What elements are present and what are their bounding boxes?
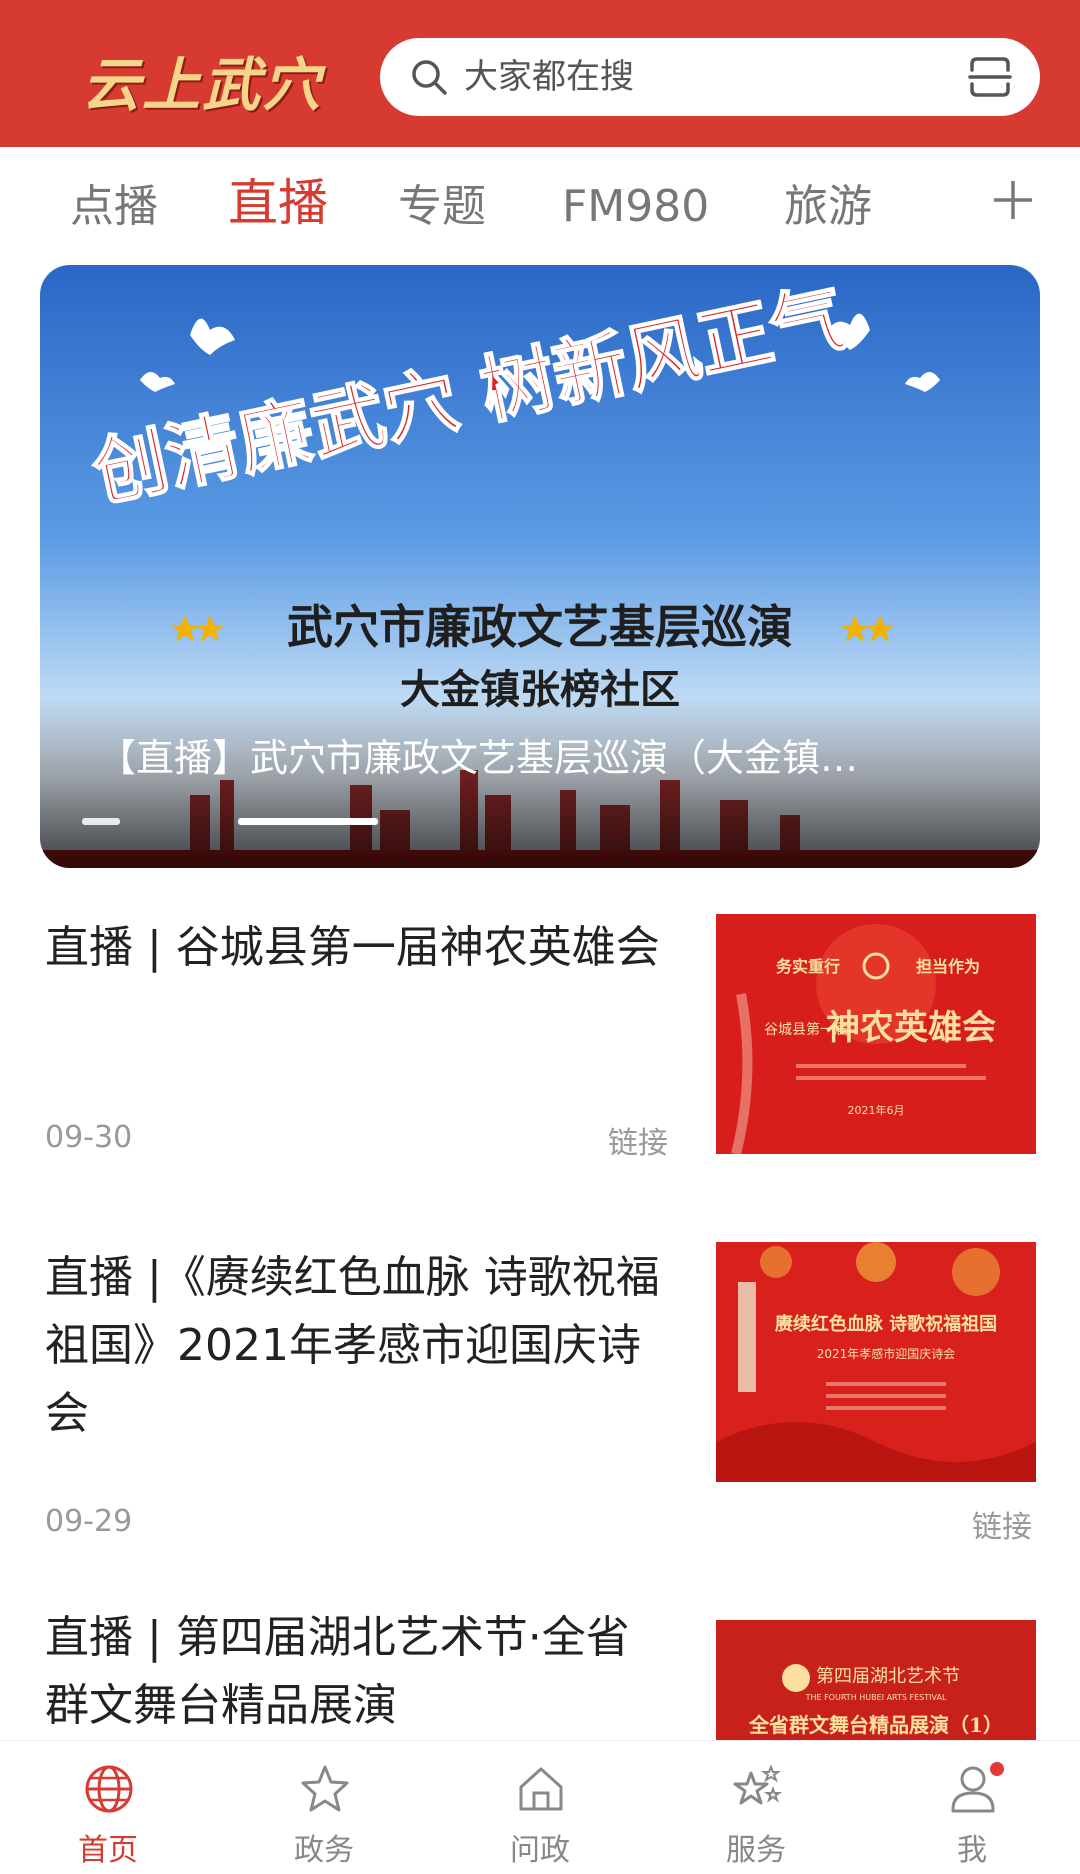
tab-live[interactable]: 直播	[228, 173, 328, 233]
channel-tabs: 点播 直播 专题 FM980 旅游	[0, 147, 1080, 265]
banner-headline: 创清廉武穴 树新风正气	[85, 274, 853, 518]
nav-label: 服务	[726, 1833, 786, 1868]
news-date: 09-29	[45, 1504, 133, 1539]
nav-label: 政务	[294, 1833, 354, 1868]
news-title[interactable]: 直播 |《赓续红色血脉 诗歌祝福祖国》2021年孝感市迎国庆诗会	[45, 1244, 665, 1448]
banner-subtitle: 武穴市廉政文艺基层巡演	[287, 600, 793, 654]
svg-text:赓续红色血脉 诗歌祝福祖国: 赓续红色血脉 诗歌祝福祖国	[775, 1313, 997, 1335]
plus-icon[interactable]	[990, 177, 1036, 223]
list-item[interactable]: 直播 |《赓续红色血脉 诗歌祝福祖国》2021年孝感市迎国庆诗会 09-29 链…	[0, 1230, 1080, 1560]
notification-badge	[990, 1762, 1004, 1776]
app-logo[interactable]: 云上武穴	[82, 38, 322, 122]
search-placeholder: 大家都在搜	[464, 57, 634, 97]
svg-text:担当作为: 担当作为	[916, 957, 980, 976]
stars-icon	[733, 1764, 783, 1805]
nav-me[interactable]: 我	[864, 1741, 1080, 1874]
svg-text:全省群文舞台精品展演（1）: 全省群文舞台精品展演（1）	[748, 1713, 1003, 1737]
carousel-dot[interactable]	[82, 818, 120, 825]
nav-label: 我	[957, 1833, 987, 1868]
nav-label: 问政	[510, 1833, 570, 1868]
tab-vod[interactable]: 点播	[70, 177, 158, 237]
list-item[interactable]: 直播 | 谷城县第一届神农英雄会 09-30 链接 务实重行 担当作为 谷城县第…	[0, 900, 1080, 1200]
svg-text:务实重行: 务实重行	[776, 957, 840, 976]
svg-text:2021年6月: 2021年6月	[848, 1103, 905, 1117]
search-bar[interactable]: 大家都在搜	[380, 38, 1040, 116]
nav-inquiry[interactable]: 问政	[432, 1741, 648, 1874]
festival-logo-icon	[782, 1664, 810, 1692]
news-date: 09-30	[45, 1120, 133, 1155]
nav-government[interactable]: 政务	[216, 1741, 432, 1874]
bottom-navigation: 首页 政务 问政 服务 我	[0, 1740, 1080, 1874]
star-icon	[301, 1765, 349, 1812]
home-icon	[519, 1767, 563, 1811]
tab-fm980[interactable]: FM980	[562, 177, 709, 237]
news-thumbnail[interactable]: 赓续红色血脉 诗歌祝福祖国 2021年孝感市迎国庆诗会	[716, 1242, 1036, 1482]
tab-tourism[interactable]: 旅游	[784, 177, 872, 237]
svg-text:THE FOURTH HUBEI ARTS FESTIVAL: THE FOURTH HUBEI ARTS FESTIVAL	[805, 1693, 947, 1702]
tab-topics[interactable]: 专题	[398, 177, 486, 237]
svg-text:第四届湖北艺术节: 第四届湖北艺术节	[816, 1666, 960, 1687]
globe-icon	[85, 1765, 133, 1813]
app-header: 云上武穴 大家都在搜	[0, 0, 1080, 147]
news-title[interactable]: 直播 | 第四届湖北艺术节·全省群文舞台精品展演	[45, 1604, 665, 1740]
svg-text:神农英雄会: 神农英雄会	[826, 1008, 996, 1048]
live-banner[interactable]: 创清廉武穴 树新风正气 武穴市廉政文艺基层巡演 大金镇张榜社区 【直播】武穴市廉…	[40, 265, 1040, 868]
news-tag: 链接	[972, 1510, 1032, 1545]
nav-label: 首页	[78, 1833, 138, 1868]
banner-caption[interactable]: 【直播】武穴市廉政文艺基层巡演（大金镇…	[98, 730, 1008, 786]
nav-services[interactable]: 服务	[648, 1741, 864, 1874]
nav-home[interactable]: 首页	[0, 1741, 216, 1874]
news-tag: 链接	[608, 1126, 668, 1161]
list-item[interactable]: 直播 | 第四届湖北艺术节·全省群文舞台精品展演 第四届湖北艺术节 THE FO…	[0, 1590, 1080, 1740]
svg-text:2021年孝感市迎国庆诗会: 2021年孝感市迎国庆诗会	[817, 1346, 956, 1361]
news-thumbnail[interactable]: 务实重行 担当作为 谷城县第一届 神农英雄会 2021年6月	[716, 914, 1036, 1154]
news-thumbnail[interactable]: 第四届湖北艺术节 THE FOURTH HUBEI ARTS FESTIVAL …	[716, 1620, 1036, 1740]
news-title[interactable]: 直播 | 谷城县第一届神农英雄会	[45, 914, 665, 982]
carousel-dot-active[interactable]	[238, 818, 378, 825]
search-icon	[412, 60, 447, 95]
scan-icon[interactable]	[968, 56, 1012, 98]
